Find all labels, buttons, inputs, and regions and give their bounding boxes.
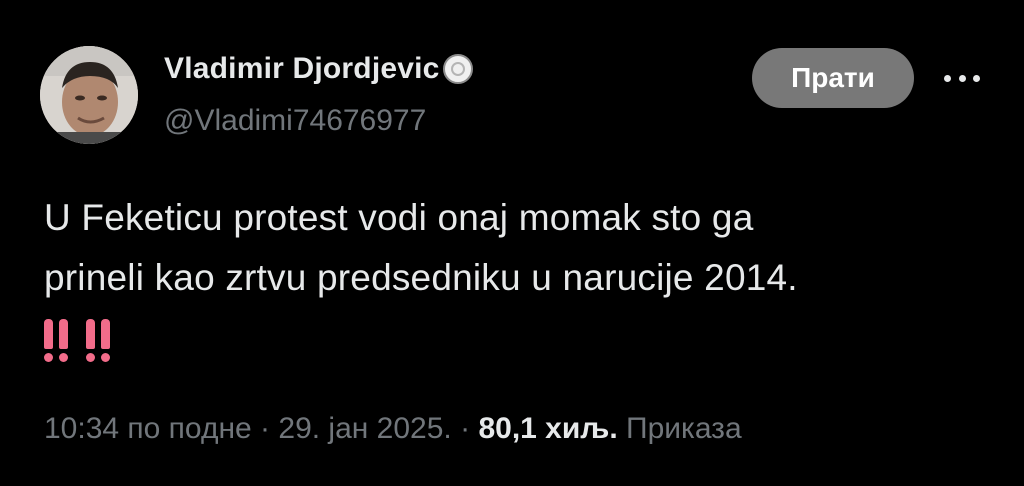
profile-photo-icon [40,46,138,144]
views-count: 80,1 хиљ. [478,412,618,445]
tweet-text-line: U Feketicu protest vodi onaj momak sto g… [44,197,754,238]
dot [958,74,966,82]
more-options-icon[interactable] [944,64,980,92]
tweet-meta: 10:34 по подне · 29. јан 2025. · 80,1 хи… [44,412,742,446]
dot [944,74,951,82]
separator: · [260,412,271,445]
views-label: Приказа [626,412,742,445]
dot [973,74,980,82]
tweet-time[interactable]: 10:34 по подне [44,412,252,445]
separator: · [460,412,471,445]
tweet-text-line: prineli kao zrtvu predsedniku u narucije… [44,257,798,298]
double-exclamation-icon [86,319,110,362]
double-exclamation-emoji [44,312,128,368]
tweet-date[interactable]: 29. јан 2025. [278,412,451,445]
author-display-name[interactable]: Vladimir Djordjevic [164,52,473,86]
author-handle[interactable]: @Vladimi74676977 [164,104,426,138]
avatar[interactable] [40,46,138,144]
tweet-text: U Feketicu protest vodi onaj momak sto g… [44,188,984,308]
author-name-text: Vladimir Djordjevic [164,52,440,85]
double-exclamation-icon [44,319,68,362]
verified-badge-icon [442,54,473,84]
follow-button[interactable]: Прати [752,48,914,108]
